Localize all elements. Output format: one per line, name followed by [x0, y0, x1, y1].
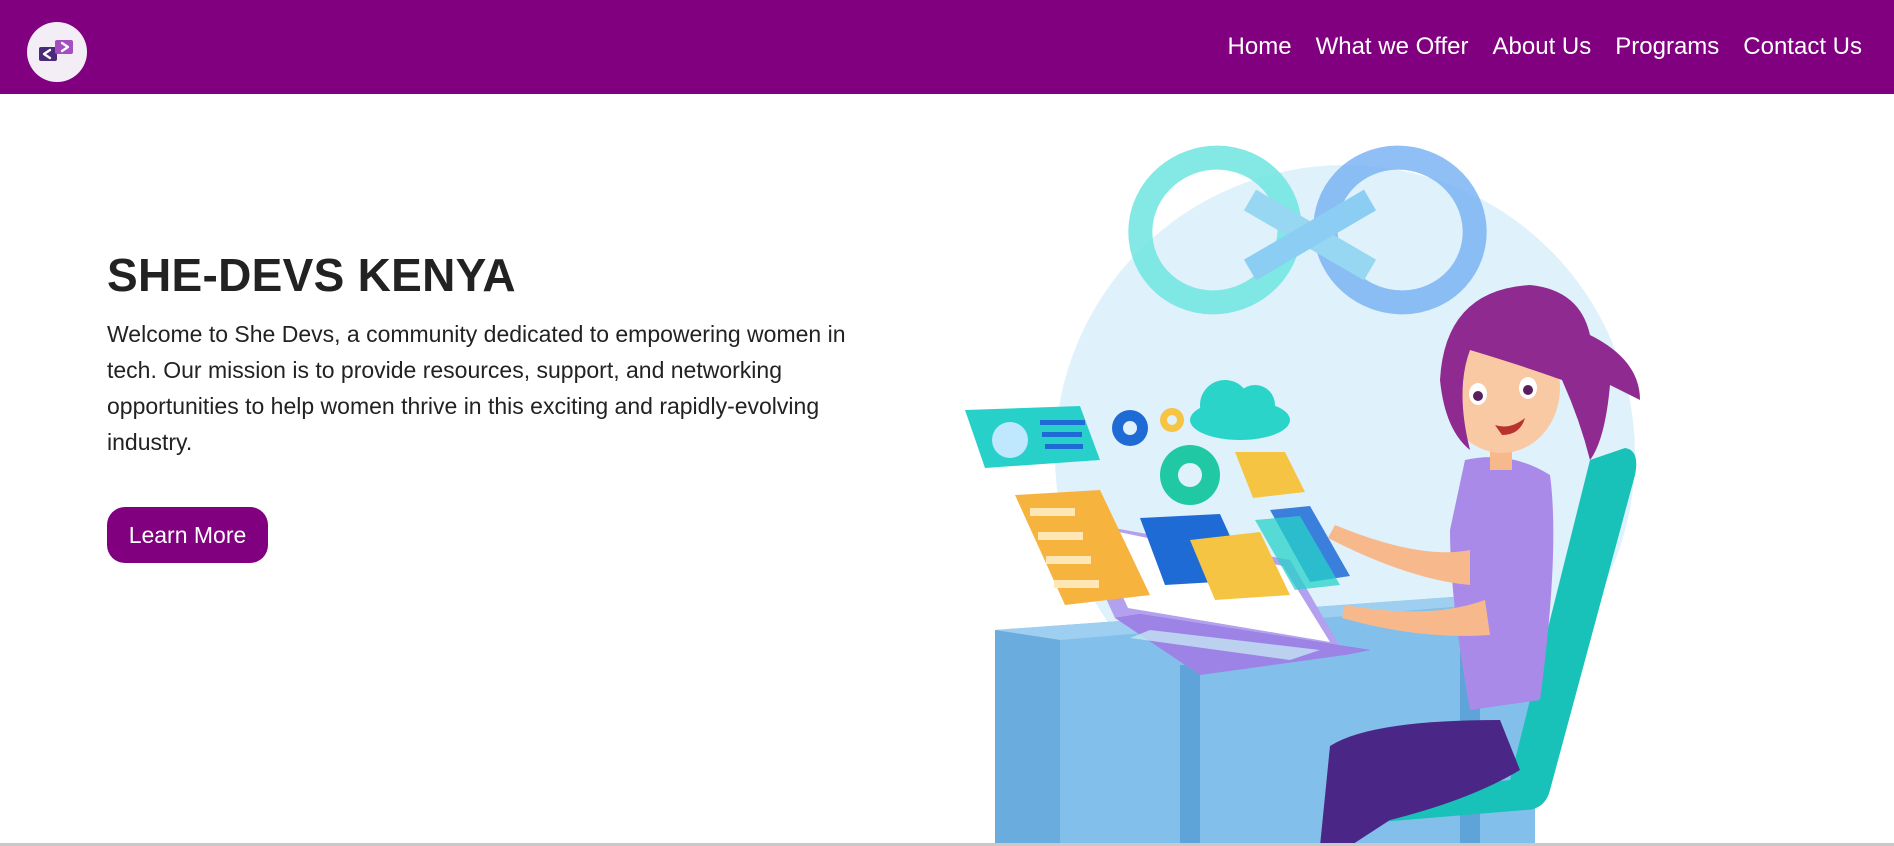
nav-link-contact-us[interactable]: Contact Us [1743, 33, 1862, 61]
code-brackets-logo-icon [39, 40, 73, 61]
main-nav: Home What we Offer About Us Programs Con… [1228, 0, 1862, 94]
profile-card-icon [965, 406, 1100, 468]
top-navbar: Home What we Offer About Us Programs Con… [0, 0, 1894, 94]
hero-description: Welcome to She Devs, a community dedicat… [107, 321, 846, 455]
woman-developer-illustration [965, 145, 1640, 846]
hero-title: SHE-DEVS KENYA [107, 249, 516, 301]
nav-link-about-us[interactable]: About Us [1493, 33, 1592, 61]
site-logo[interactable] [27, 22, 87, 82]
nav-link-programs[interactable]: Programs [1615, 33, 1719, 61]
nav-link-what-we-offer[interactable]: What we Offer [1316, 33, 1469, 61]
nav-link-home[interactable]: Home [1228, 33, 1292, 61]
learn-more-button[interactable]: Learn More [107, 507, 268, 563]
